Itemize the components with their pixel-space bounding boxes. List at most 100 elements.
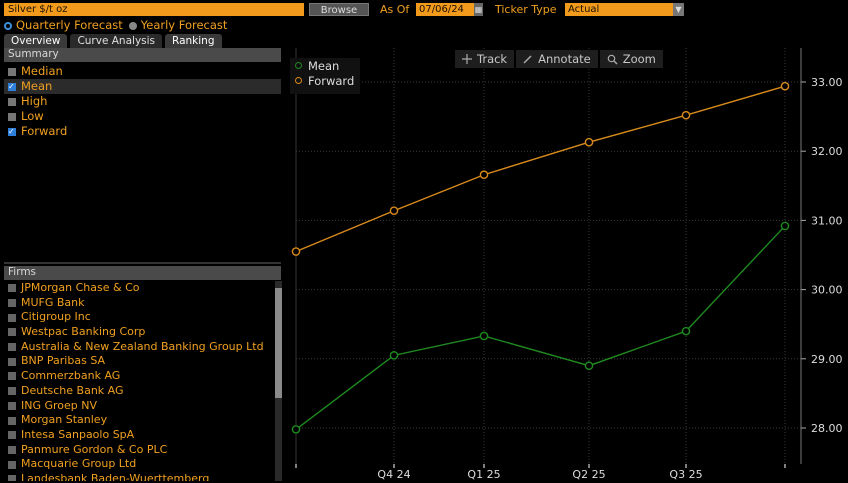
firm-item[interactable]: Macquarie Group Ltd xyxy=(4,457,274,472)
firm-item[interactable]: Deutsche Bank AG xyxy=(4,384,274,399)
firm-label: Panmure Gordon & Co PLC xyxy=(21,442,168,456)
firm-item[interactable]: MUFG Bank xyxy=(4,296,274,311)
legend-item-mean[interactable]: Mean xyxy=(290,58,360,73)
firm-label: MUFG Bank xyxy=(21,295,85,309)
checkbox-icon[interactable] xyxy=(8,343,16,352)
firm-label: Deutsche Bank AG xyxy=(21,383,124,397)
firms-scrollbar-thumb[interactable] xyxy=(275,288,282,398)
firm-item[interactable]: Westpac Banking Corp xyxy=(4,325,274,340)
mean-data-point[interactable] xyxy=(291,425,301,434)
x-tick-label: Q4 24 xyxy=(377,468,410,481)
firms-header: Firms xyxy=(4,266,281,280)
x-tick-label: Q1 25 xyxy=(467,468,500,481)
checkbox-checked-icon[interactable] xyxy=(8,79,16,94)
forward-data-point[interactable] xyxy=(291,247,301,256)
panel-divider[interactable] xyxy=(4,262,281,264)
y-tick-label: 29.00 xyxy=(811,353,843,366)
tab-ranking[interactable]: Ranking xyxy=(165,34,222,48)
y-tick-label: 31.00 xyxy=(811,214,843,227)
checkbox-icon[interactable] xyxy=(8,416,16,425)
legend-label: Mean xyxy=(308,58,340,73)
firm-label: Westpac Banking Corp xyxy=(21,325,146,339)
mean-marker-icon xyxy=(295,62,302,69)
firm-item[interactable]: Commerzbank AG xyxy=(4,369,274,384)
firm-label: Landesbank Baden-Wuerttemberg xyxy=(21,471,210,481)
firm-item[interactable]: BNP Paribas SA xyxy=(4,354,274,369)
security-input[interactable]: Silver $/t oz xyxy=(4,3,304,16)
forward-data-point[interactable] xyxy=(584,137,594,147)
chart-background xyxy=(283,48,848,483)
yearly-forecast-radio[interactable]: Yearly Forecast xyxy=(128,18,227,32)
forecast-line-chart[interactable]: 28.00 29.00 30.00 31.00 32.00 33.00 Q4 24 Q1 25… xyxy=(283,48,848,483)
summary-item-low[interactable]: Low xyxy=(4,109,281,124)
summary-header: Summary xyxy=(4,48,281,62)
checkbox-icon[interactable] xyxy=(8,67,16,76)
tab-overview[interactable]: Overview xyxy=(4,34,68,48)
x-tick-label: Q2 25 xyxy=(572,468,605,481)
tab-curve-analysis[interactable]: Curve Analysis xyxy=(70,34,163,48)
checkbox-icon[interactable] xyxy=(8,284,16,293)
firm-item[interactable]: Panmure Gordon & Co PLC xyxy=(4,443,274,458)
checkbox-checked-icon[interactable] xyxy=(8,124,16,139)
annotate-button[interactable]: Annotate xyxy=(516,50,598,68)
mean-data-point[interactable] xyxy=(780,221,790,231)
radio-unselected-icon xyxy=(128,21,137,30)
checkbox-icon[interactable] xyxy=(8,401,16,410)
checkbox-icon[interactable] xyxy=(8,431,16,440)
zoom-label: Zoom xyxy=(622,52,656,66)
y-tick-label: 28.00 xyxy=(811,422,843,435)
checkbox-icon[interactable] xyxy=(8,460,16,469)
firm-item[interactable]: Morgan Stanley xyxy=(4,413,274,428)
checkbox-icon[interactable] xyxy=(8,387,16,396)
firm-item[interactable]: JPMorgan Chase & Co xyxy=(4,281,274,296)
mean-data-point[interactable] xyxy=(584,361,594,371)
firm-item[interactable]: Citigroup Inc xyxy=(4,310,274,325)
firm-item[interactable]: Intesa Sanpaolo SpA xyxy=(4,428,274,443)
firm-item[interactable]: ING Groep NV xyxy=(4,399,274,414)
firm-item[interactable]: Australia & New Zealand Banking Group Lt… xyxy=(4,340,274,355)
forward-data-point[interactable] xyxy=(389,206,399,216)
legend-item-forward[interactable]: Forward xyxy=(290,73,360,88)
firm-label: ING Groep NV xyxy=(21,398,98,412)
mean-data-point[interactable] xyxy=(681,326,691,336)
calendar-icon[interactable]: ▦ xyxy=(474,3,483,16)
summary-item-mean[interactable]: Mean xyxy=(4,79,281,94)
summary-item-high[interactable]: High xyxy=(4,94,281,109)
chevron-down-icon[interactable]: ▼ xyxy=(673,3,684,16)
checkbox-icon[interactable] xyxy=(8,313,16,322)
ticker-type-select[interactable]: Actual xyxy=(565,3,673,16)
track-button[interactable]: Track xyxy=(455,50,515,68)
firm-label: Macquarie Group Ltd xyxy=(21,457,137,471)
summary-item-forward[interactable]: Forward xyxy=(4,124,281,139)
chart-toolbar: Track Annotate Zoom xyxy=(455,50,663,68)
pencil-icon xyxy=(523,55,532,64)
forward-data-point[interactable] xyxy=(681,110,691,120)
mean-data-point[interactable] xyxy=(479,331,489,341)
forward-data-point[interactable] xyxy=(479,170,489,180)
firm-label: JPMorgan Chase & Co xyxy=(21,281,140,294)
forward-data-point[interactable] xyxy=(780,81,790,91)
browse-button[interactable]: Browse xyxy=(309,3,369,16)
checkbox-icon[interactable] xyxy=(8,97,16,106)
mean-data-point[interactable] xyxy=(389,351,399,360)
quarterly-forecast-radio[interactable]: Quarterly Forecast xyxy=(4,18,123,32)
summary-list: Median Mean High Low Forward xyxy=(4,64,281,139)
chart-legend: Mean Forward xyxy=(290,58,360,94)
zoom-button[interactable]: Zoom xyxy=(599,50,663,68)
summary-item-label: High xyxy=(21,94,48,108)
firm-item[interactable]: Landesbank Baden-Wuerttemberg xyxy=(4,472,274,481)
forward-marker-icon xyxy=(295,77,302,84)
checkbox-icon[interactable] xyxy=(8,112,16,121)
radio-selected-icon xyxy=(4,21,12,30)
checkbox-icon[interactable] xyxy=(8,328,16,337)
tab-bar: Overview Curve Analysis Ranking xyxy=(4,34,225,48)
firms-list: JPMorgan Chase & Co MUFG Bank Citigroup … xyxy=(4,281,274,481)
as-of-date-field[interactable]: 07/06/24 xyxy=(416,3,474,16)
checkbox-icon[interactable] xyxy=(8,475,16,481)
checkbox-icon[interactable] xyxy=(8,445,16,454)
checkbox-icon[interactable] xyxy=(8,299,16,308)
checkbox-icon[interactable] xyxy=(8,357,16,366)
checkbox-icon[interactable] xyxy=(8,372,16,381)
summary-item-median[interactable]: Median xyxy=(4,64,281,79)
summary-item-label: Mean xyxy=(21,79,53,93)
